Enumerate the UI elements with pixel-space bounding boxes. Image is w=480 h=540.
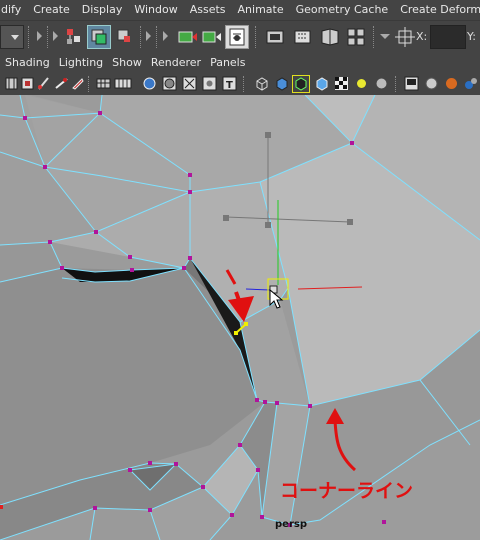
- svg-text:T: T: [226, 80, 233, 91]
- default-light-icon[interactable]: [374, 76, 389, 91]
- wireframe-on-shaded-icon[interactable]: [162, 76, 177, 91]
- mesh-faces: [0, 95, 480, 540]
- toolbar-divider: [140, 26, 143, 48]
- film-icon[interactable]: [404, 76, 419, 91]
- menu-assets[interactable]: Assets: [184, 0, 232, 20]
- panel-menu-panels[interactable]: Panels: [210, 53, 254, 73]
- shadows-icon[interactable]: T: [222, 76, 237, 91]
- render-settings-icon[interactable]: [225, 25, 249, 49]
- select-by-object-icon[interactable]: [87, 25, 111, 49]
- menu-create-deformers[interactable]: Create Deformers: [394, 0, 480, 20]
- panel-menu-renderer[interactable]: Renderer: [151, 53, 210, 73]
- render-view-icon[interactable]: [318, 25, 342, 49]
- chevron-down-icon: [11, 35, 19, 40]
- toolbar-divider: [243, 76, 246, 92]
- menu-create[interactable]: Create: [27, 0, 76, 20]
- status-line: X: Y:: [0, 20, 480, 53]
- select-by-component-icon[interactable]: [113, 25, 137, 49]
- render-frame-icon[interactable]: [264, 25, 288, 49]
- camera-attributes-icon[interactable]: [54, 76, 69, 91]
- xray-icon[interactable]: [314, 76, 329, 91]
- smooth-cube-icon[interactable]: [274, 76, 289, 91]
- toolbar-divider: [88, 76, 91, 92]
- wireframe-cube-icon[interactable]: [254, 76, 269, 91]
- light-icon[interactable]: [354, 76, 369, 91]
- toolbar-divider: [395, 76, 398, 92]
- y-label: Y:: [467, 30, 476, 43]
- panel-menu-lighting[interactable]: Lighting: [59, 53, 112, 73]
- panel-menu-show[interactable]: Show: [112, 53, 151, 73]
- film-gate-icon[interactable]: [4, 76, 19, 91]
- checker-texture-icon[interactable]: [334, 76, 349, 91]
- menu-window[interactable]: Window: [128, 0, 183, 20]
- display-layer-icon[interactable]: [463, 76, 478, 91]
- main-menu-bar: dify Create Display Window Assets Animat…: [0, 0, 480, 20]
- polygon-mesh[interactable]: [0, 95, 480, 540]
- x-label: X:: [416, 30, 428, 43]
- select-by-hierarchy-icon[interactable]: [63, 25, 87, 49]
- panel-toolbar: T: [0, 73, 480, 96]
- chevron-down-icon[interactable]: [380, 34, 390, 39]
- panel-menu-shading[interactable]: Shading: [0, 53, 59, 73]
- toolbar-divider: [373, 26, 376, 48]
- collapse-arrow-icon[interactable]: [53, 31, 58, 41]
- menu-display[interactable]: Display: [76, 0, 129, 20]
- wireframe-icon[interactable]: [114, 76, 132, 91]
- panel-menu-bar: Shading Lighting Show Renderer Panels: [0, 53, 480, 73]
- sphere-icon[interactable]: [424, 76, 439, 91]
- camera-name-label: persp: [275, 519, 307, 530]
- transform-input-icon[interactable]: [393, 25, 417, 49]
- maya-window: dify Create Display Window Assets Animat…: [0, 0, 480, 540]
- grid-icon[interactable]: [96, 76, 111, 91]
- bookmarks-icon[interactable]: [70, 76, 85, 91]
- collapse-arrow-icon[interactable]: [163, 31, 168, 41]
- snap-to-view-icon[interactable]: [200, 25, 224, 49]
- isolate-select-icon[interactable]: [292, 75, 310, 93]
- menu-set-dropdown[interactable]: [0, 25, 24, 49]
- menu-modify[interactable]: dify: [0, 0, 27, 20]
- material-icon[interactable]: [444, 76, 459, 91]
- smooth-shade-icon[interactable]: [142, 76, 157, 91]
- toolbar-divider: [255, 26, 258, 48]
- textured-icon[interactable]: [182, 76, 197, 91]
- toolbar-divider: [47, 26, 50, 48]
- resolution-gate-icon[interactable]: [20, 76, 35, 91]
- toolbar-divider: [156, 26, 159, 48]
- menu-animate[interactable]: Animate: [232, 0, 290, 20]
- hypershade-icon[interactable]: [344, 25, 368, 49]
- image-plane-icon[interactable]: [36, 76, 51, 91]
- collapse-arrow-icon[interactable]: [146, 31, 151, 41]
- viewport-persp[interactable]: [0, 95, 480, 540]
- x-field[interactable]: [430, 25, 466, 49]
- use-all-lights-icon[interactable]: [202, 76, 217, 91]
- snap-icon[interactable]: [176, 25, 200, 49]
- ipr-render-icon[interactable]: [292, 25, 316, 49]
- menu-geometry-cache[interactable]: Geometry Cache: [290, 0, 395, 20]
- toolbar-divider: [28, 26, 31, 48]
- collapse-arrow-icon[interactable]: [37, 31, 42, 41]
- annotation-text: コーナーライン: [280, 480, 414, 502]
